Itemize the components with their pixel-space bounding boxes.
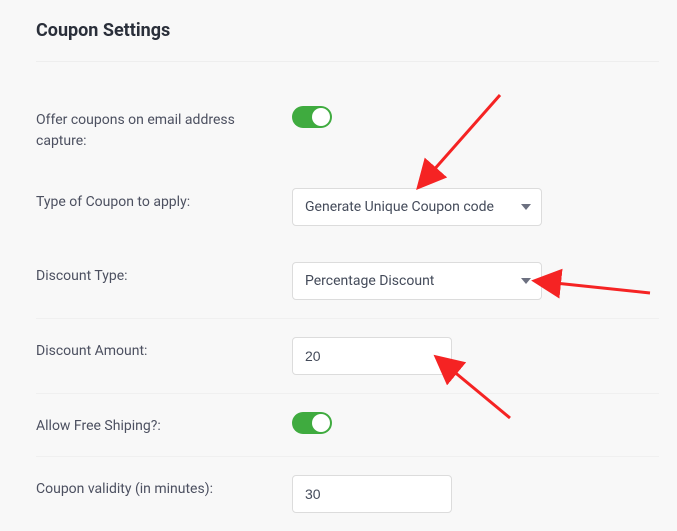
input-discount-amount[interactable] (292, 337, 452, 375)
select-coupon-type-value: Generate Unique Coupon code (305, 199, 494, 215)
label-discount-amount: Discount Amount: (36, 337, 276, 362)
toggle-knob (312, 108, 330, 126)
row-validity: Coupon validity (in minutes): (36, 457, 659, 531)
chevron-down-icon (521, 278, 531, 284)
label-discount-type: Discount Type: (36, 262, 276, 287)
label-free-shipping: Allow Free Shiping?: (36, 412, 276, 437)
coupon-settings-panel: Coupon Settings Offer coupons on email a… (0, 0, 677, 531)
toggle-knob (312, 414, 330, 432)
label-offer-coupons: Offer coupons on email address capture: (36, 106, 276, 152)
select-coupon-type[interactable]: Generate Unique Coupon code (292, 188, 542, 226)
row-offer-coupons: Offer coupons on email address capture: (36, 88, 659, 170)
input-validity[interactable] (292, 475, 452, 513)
label-validity: Coupon validity (in minutes): (36, 475, 276, 500)
select-discount-type-value: Percentage Discount (305, 273, 434, 289)
label-coupon-type: Type of Coupon to apply: (36, 188, 276, 213)
toggle-free-shipping[interactable] (292, 412, 332, 434)
select-discount-type[interactable]: Percentage Discount (292, 262, 542, 300)
row-discount-type: Discount Type: Percentage Discount (36, 244, 659, 319)
chevron-down-icon (521, 204, 531, 210)
section-divider (36, 61, 659, 62)
row-discount-amount: Discount Amount: (36, 319, 659, 394)
row-free-shipping: Allow Free Shiping?: (36, 394, 659, 457)
toggle-offer-coupons[interactable] (292, 106, 332, 128)
section-title: Coupon Settings (36, 20, 659, 41)
row-coupon-type: Type of Coupon to apply: Generate Unique… (36, 170, 659, 244)
